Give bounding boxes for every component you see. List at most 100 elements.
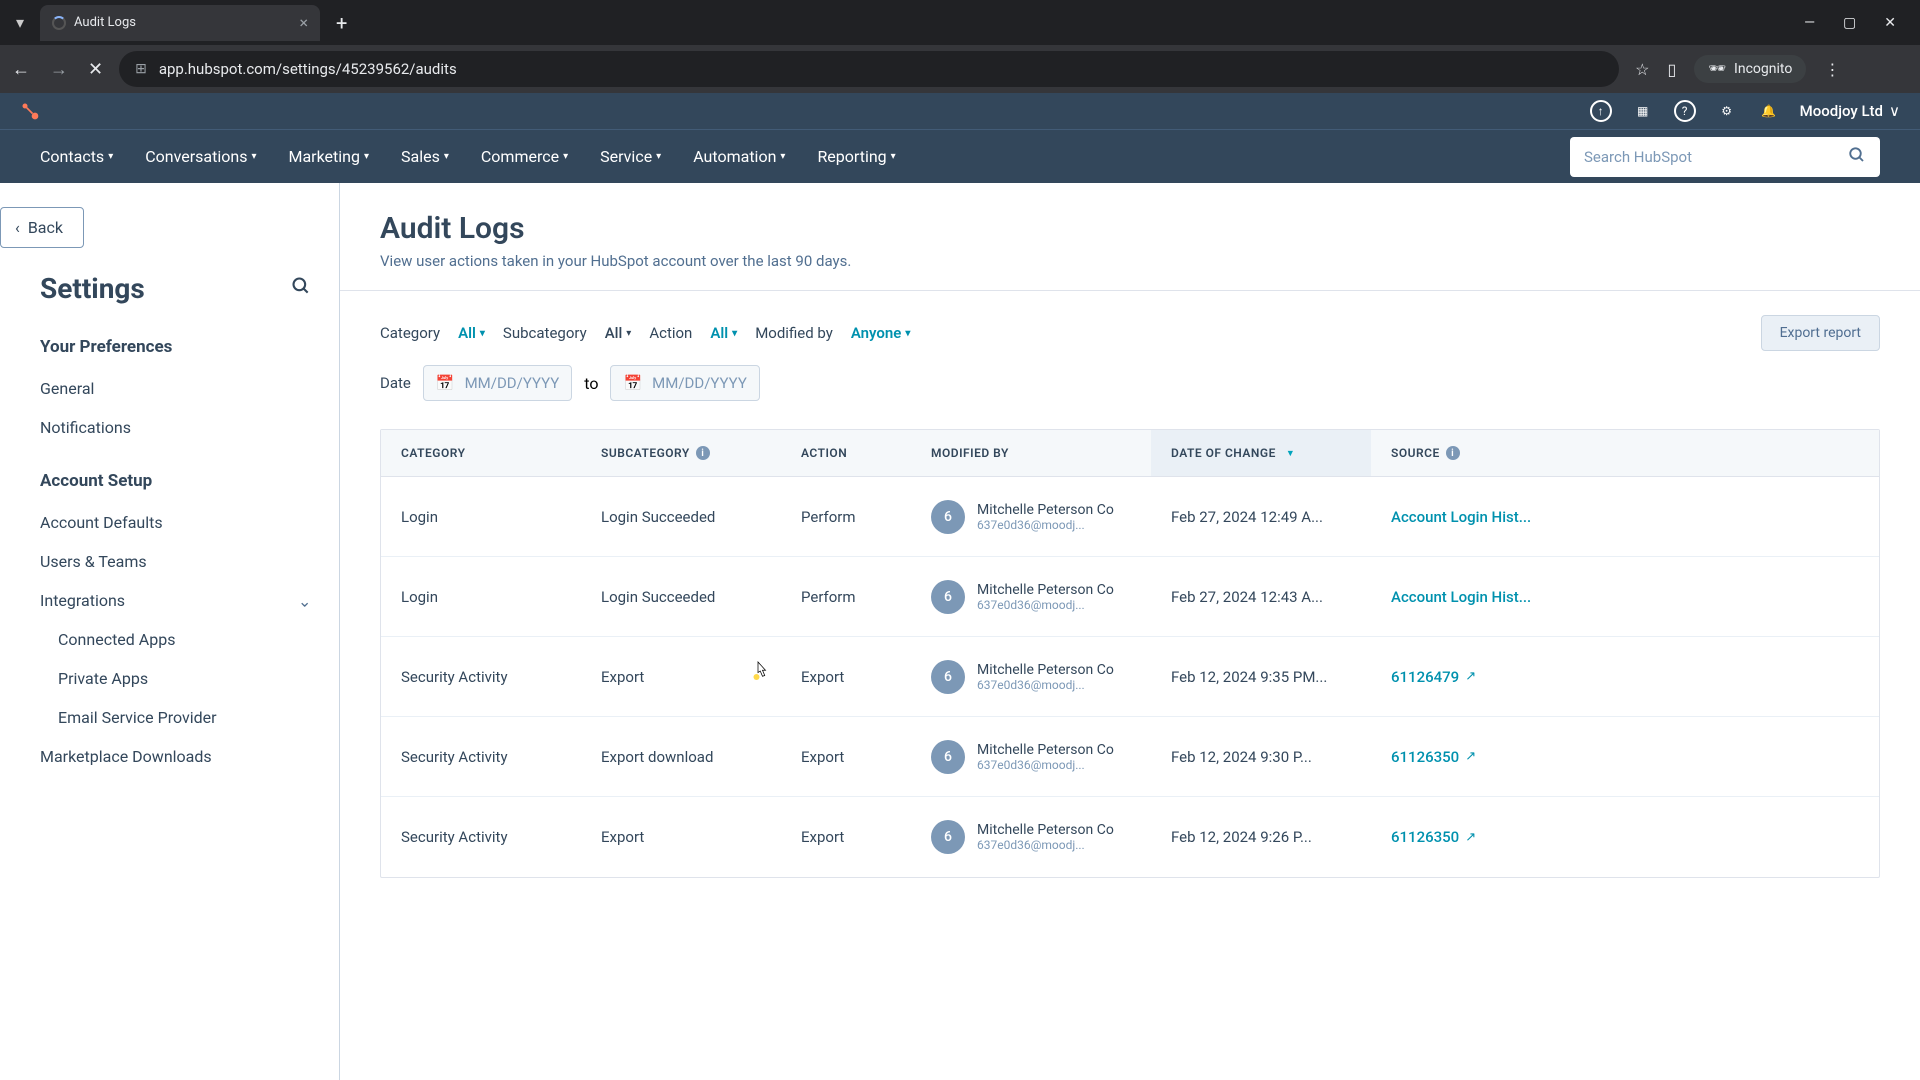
- browser-menu-icon[interactable]: ⋮: [1824, 60, 1840, 79]
- source-link[interactable]: Account Login Hist...: [1391, 508, 1561, 526]
- nav-item-sales[interactable]: Sales: [401, 147, 449, 166]
- sidebar-link[interactable]: Connected Apps: [0, 620, 339, 659]
- cell-modifiedby: 6Mitchelle Peterson Co637e0d36@moodj...: [911, 802, 1151, 872]
- th-modifiedby[interactable]: MODIFIED BY: [911, 430, 1151, 476]
- filter-category-value[interactable]: All: [458, 324, 485, 342]
- nav-item-marketing[interactable]: Marketing: [288, 147, 369, 166]
- date-to-input[interactable]: 📅 MM/DD/YYYY: [610, 365, 759, 401]
- source-link[interactable]: 61126479↗: [1391, 668, 1561, 686]
- calendar-icon: 📅: [623, 374, 642, 392]
- filter-category-label: Category: [380, 324, 440, 342]
- th-subcategory[interactable]: SUBCATEGORY i: [581, 430, 781, 476]
- side-panel-icon[interactable]: ▯: [1667, 60, 1676, 79]
- sidebar-link[interactable]: Email Service Provider: [0, 698, 339, 737]
- user-name: Mitchelle Peterson Co: [977, 662, 1114, 678]
- bookmark-star-icon[interactable]: ☆: [1635, 60, 1649, 79]
- notifications-bell-icon[interactable]: 🔔: [1758, 100, 1780, 122]
- back-button[interactable]: ‹ Back: [0, 207, 84, 248]
- nav-item-commerce[interactable]: Commerce: [481, 147, 568, 166]
- avatar: 6: [931, 820, 965, 854]
- source-link[interactable]: 61126350↗: [1391, 748, 1561, 766]
- marketplace-icon[interactable]: ▦: [1632, 100, 1654, 122]
- filter-action-label: Action: [649, 324, 692, 342]
- search-input[interactable]: [1584, 148, 1836, 166]
- global-search[interactable]: [1570, 137, 1880, 177]
- cell-modifiedby: 6Mitchelle Peterson Co637e0d36@moodj...: [911, 482, 1151, 552]
- sidebar-link-label: Users & Teams: [40, 552, 147, 571]
- cell-action: Export: [781, 650, 911, 704]
- source-link[interactable]: 61126350↗: [1391, 828, 1561, 846]
- settings-gear-icon[interactable]: ⚙: [1716, 100, 1738, 122]
- info-icon[interactable]: i: [696, 446, 710, 460]
- sidebar-link[interactable]: Marketplace Downloads: [0, 737, 339, 776]
- filter-action-value[interactable]: All: [710, 324, 737, 342]
- org-switcher[interactable]: Moodjoy Ltd ∨: [1800, 102, 1900, 120]
- primary-nav: Contacts Conversations Marketing Sales Comme…: [0, 129, 1920, 183]
- cell-source: 61126350↗: [1371, 810, 1581, 864]
- nav-item-reporting[interactable]: Reporting: [817, 147, 895, 166]
- filter-subcategory-value[interactable]: All: [605, 324, 632, 342]
- sidebar-link[interactable]: Integrations⌃: [0, 581, 339, 620]
- settings-sidebar: ‹ Back Settings Your PreferencesGeneralN…: [0, 183, 340, 1080]
- minimize-button[interactable]: —: [1804, 15, 1815, 31]
- export-report-button[interactable]: Export report: [1761, 315, 1880, 351]
- filter-date-label: Date: [380, 374, 411, 392]
- cell-subcategory: Login Succeeded: [581, 570, 781, 624]
- table-row[interactable]: LoginLogin SucceededPerform6Mitchelle Pe…: [381, 477, 1879, 557]
- filter-subcategory-label: Subcategory: [503, 324, 587, 342]
- cell-modifiedby: 6Mitchelle Peterson Co637e0d36@moodj...: [911, 722, 1151, 792]
- user-name: Mitchelle Peterson Co: [977, 822, 1114, 838]
- cell-source: 61126479↗: [1371, 650, 1581, 704]
- source-link[interactable]: Account Login Hist...: [1391, 588, 1561, 606]
- help-icon[interactable]: ?: [1674, 100, 1696, 122]
- upgrade-icon[interactable]: ↑: [1590, 100, 1612, 122]
- tab-list-dropdown[interactable]: ▾: [8, 13, 32, 32]
- cell-modifiedby: 6Mitchelle Peterson Co637e0d36@moodj...: [911, 642, 1151, 712]
- sidebar-link[interactable]: Users & Teams: [0, 542, 339, 581]
- table-row[interactable]: LoginLogin SucceededPerform6Mitchelle Pe…: [381, 557, 1879, 637]
- date-from-input[interactable]: 📅 MM/DD/YYYY: [423, 365, 572, 401]
- nav-item-automation[interactable]: Automation: [693, 147, 785, 166]
- th-category[interactable]: CATEGORY: [381, 430, 581, 476]
- sidebar-link[interactable]: Account Defaults: [0, 503, 339, 542]
- forward-arrow-icon[interactable]: →: [50, 59, 68, 80]
- nav-item-contacts[interactable]: Contacts: [40, 147, 113, 166]
- maximize-button[interactable]: ▢: [1843, 15, 1856, 31]
- filter-modifiedby-value[interactable]: Anyone: [851, 324, 911, 342]
- sidebar-link[interactable]: Private Apps: [0, 659, 339, 698]
- close-tab-icon[interactable]: ×: [299, 13, 308, 32]
- divider: [340, 290, 1920, 291]
- search-icon[interactable]: [1848, 146, 1866, 168]
- cell-subcategory: Login Succeeded: [581, 490, 781, 544]
- user-name: Mitchelle Peterson Co: [977, 502, 1114, 518]
- th-source[interactable]: SOURCE i: [1371, 430, 1581, 476]
- calendar-icon: 📅: [436, 374, 455, 392]
- table-row[interactable]: Security ActivityExportExport6Mitchelle …: [381, 797, 1879, 877]
- sidebar-link[interactable]: General: [0, 369, 339, 408]
- table-row[interactable]: Security ActivityExportExport6Mitchelle …: [381, 637, 1879, 717]
- cell-subcategory: Export download: [581, 730, 781, 784]
- site-info-icon[interactable]: ⊞: [135, 61, 147, 77]
- new-tab-button[interactable]: +: [336, 11, 347, 35]
- nav-item-conversations[interactable]: Conversations: [145, 147, 256, 166]
- settings-search-icon[interactable]: [291, 276, 311, 301]
- cell-category: Security Activity: [381, 650, 581, 704]
- table-row[interactable]: Security ActivityExport downloadExport6M…: [381, 717, 1879, 797]
- cell-category: Login: [381, 490, 581, 544]
- th-action[interactable]: ACTION: [781, 430, 911, 476]
- back-arrow-icon[interactable]: ←: [12, 59, 30, 80]
- url-bar[interactable]: ⊞ app.hubspot.com/settings/45239562/audi…: [119, 51, 1619, 87]
- stop-reload-icon[interactable]: ✕: [88, 59, 103, 80]
- browser-tab[interactable]: Audit Logs ×: [40, 5, 320, 41]
- close-window-button[interactable]: ✕: [1884, 15, 1896, 31]
- filters-row: Category All Subcategory All Action All …: [380, 315, 1880, 351]
- sidebar-link[interactable]: Notifications: [0, 408, 339, 447]
- th-date[interactable]: DATE OF CHANGE: [1151, 430, 1371, 476]
- cell-category: Security Activity: [381, 810, 581, 864]
- info-icon[interactable]: i: [1446, 446, 1460, 460]
- hubspot-logo-icon[interactable]: [20, 101, 40, 121]
- nav-item-service[interactable]: Service: [600, 147, 661, 166]
- external-link-icon: ↗: [1465, 749, 1476, 764]
- incognito-badge[interactable]: 🕶 Incognito: [1694, 55, 1806, 83]
- app-topbar: ↑ ▦ ? ⚙ 🔔 Moodjoy Ltd ∨: [0, 93, 1920, 129]
